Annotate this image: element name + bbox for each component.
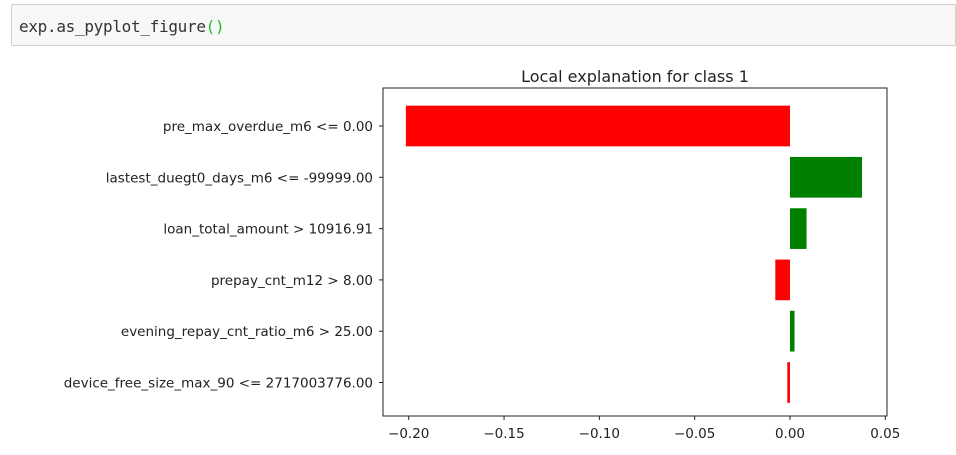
bar-2 bbox=[789, 208, 807, 249]
xtick-label: −0.20 bbox=[388, 426, 429, 442]
ytick-label: loan_total_amount > 10916.91 bbox=[163, 222, 373, 238]
bar-3 bbox=[775, 259, 790, 301]
bar-1 bbox=[789, 156, 863, 198]
bar-4 bbox=[789, 310, 795, 352]
ytick-label: device_free_size_max_90 <= 2717003776.00 bbox=[64, 376, 373, 392]
bar-chart: Local explanation for class 1 pre_max_ove… bbox=[64, 67, 901, 442]
ytick-label: lastest_duegt0_days_m6 <= -99999.00 bbox=[106, 170, 373, 186]
ytick-label: evening_repay_cnt_ratio_m6 > 25.00 bbox=[121, 324, 373, 340]
ytick-label: prepay_cnt_m12 > 8.00 bbox=[211, 273, 373, 289]
xtick-label: −0.05 bbox=[674, 426, 715, 442]
xtick-label: −0.15 bbox=[483, 426, 524, 442]
ytick-label: pre_max_overdue_m6 <= 0.00 bbox=[163, 119, 373, 135]
bar-0 bbox=[405, 105, 790, 147]
xtick-label: 0.05 bbox=[870, 426, 900, 442]
xtick-label: −0.10 bbox=[579, 426, 620, 442]
chart-title: Local explanation for class 1 bbox=[521, 67, 749, 86]
bar-5 bbox=[787, 362, 790, 403]
xtick-label: 0.00 bbox=[775, 426, 805, 442]
